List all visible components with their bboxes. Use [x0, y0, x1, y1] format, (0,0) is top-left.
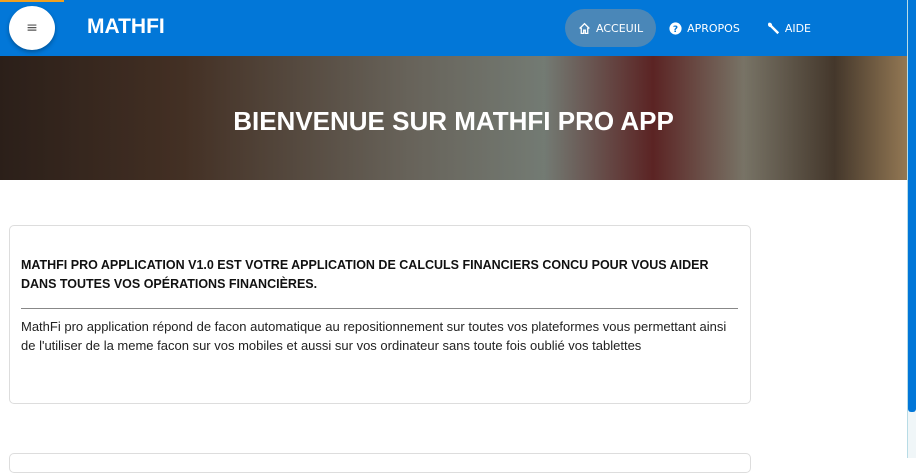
- card-divider: [21, 308, 738, 309]
- svg-text:?: ?: [673, 24, 678, 34]
- hamburger-icon: ≡: [26, 20, 38, 36]
- top-navbar: ≡ MATHFI ACCEUIL ? APROPOS AIDE: [0, 0, 907, 56]
- intro-card: MATHFI PRO APPLICATION V1.0 EST VOTRE AP…: [9, 225, 751, 404]
- second-card: [9, 453, 751, 473]
- nav-label: AIDE: [784, 21, 812, 35]
- nav-label: APROPOS: [687, 21, 740, 35]
- hero-banner: BIENVENUE SUR MATHFI PRO APP: [0, 56, 907, 180]
- wrench-icon: [767, 22, 779, 35]
- home-icon: [579, 22, 590, 34]
- nav-item-acceuil[interactable]: ACCEUIL: [565, 9, 657, 47]
- hero-title: BIENVENUE SUR MATHFI PRO APP: [233, 106, 674, 136]
- question-icon: ?: [669, 21, 682, 34]
- accent-strip: [0, 0, 64, 2]
- scrollbar-thumb[interactable]: [908, 0, 916, 412]
- nav-item-aide[interactable]: AIDE: [753, 9, 824, 47]
- nav-item-apropos[interactable]: ? APROPOS: [656, 9, 753, 47]
- brand-title[interactable]: MATHFI: [87, 15, 165, 39]
- scrollbar[interactable]: [907, 0, 916, 458]
- nav-menu: ACCEUIL ? APROPOS AIDE: [565, 9, 824, 47]
- card-body: MathFi pro application répond de facon a…: [21, 319, 727, 353]
- nav-label: ACCEUIL: [596, 21, 644, 35]
- card-heading: MATHFI PRO APPLICATION V1.0 EST VOTRE AP…: [21, 258, 709, 291]
- menu-button[interactable]: ≡: [9, 6, 55, 50]
